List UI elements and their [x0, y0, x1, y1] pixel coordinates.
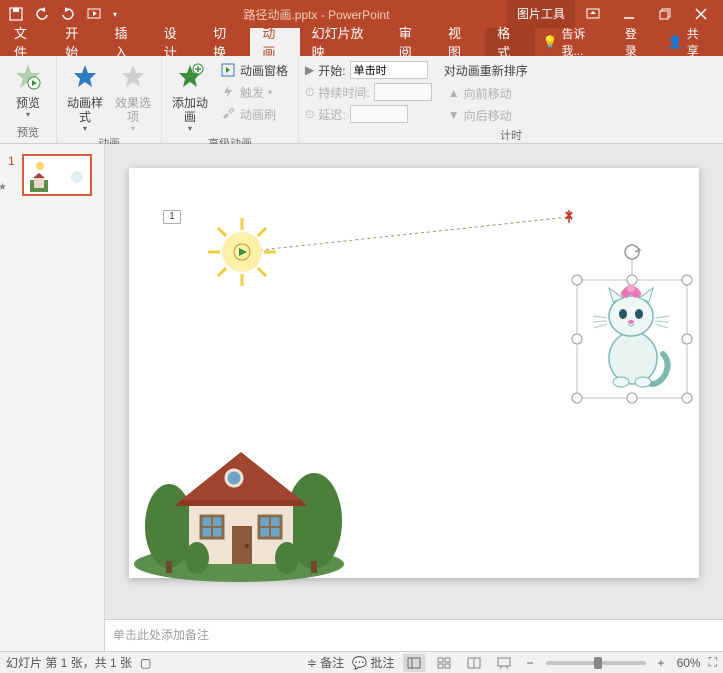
trigger-icon: [220, 84, 236, 100]
zoom-out-button[interactable]: −: [523, 656, 538, 670]
tell-me-button[interactable]: 💡告诉我...: [535, 28, 613, 56]
minimize-button[interactable]: [611, 2, 647, 26]
preview-star-icon: [13, 60, 43, 94]
duration-label: 持续时间:: [318, 84, 369, 101]
reading-view-button[interactable]: [463, 654, 485, 672]
group-timing: 计时: [305, 125, 717, 146]
tab-home[interactable]: 开始: [53, 28, 102, 56]
effect-options-button[interactable]: 效果选项▾: [111, 58, 155, 133]
slide-thumbnail-1[interactable]: [22, 154, 92, 196]
notes-toggle[interactable]: ≑ 备注: [307, 654, 344, 671]
tab-view[interactable]: 视图: [436, 28, 485, 56]
pane-icon: [220, 62, 236, 78]
clock-icon: ⏱: [305, 85, 314, 100]
trigger-button[interactable]: 触发 ▾: [216, 82, 292, 102]
fit-to-window-button[interactable]: ⛶: [709, 655, 717, 670]
slide-counter: 幻灯片 第 1 张，共 1 张: [6, 654, 132, 671]
close-button[interactable]: [683, 2, 719, 26]
slideshow-view-button[interactable]: [493, 654, 515, 672]
move-earlier-button[interactable]: ▲向前移动: [444, 83, 528, 103]
reorder-header: 对动画重新排序: [444, 60, 528, 81]
cat-image-selected: [572, 245, 692, 403]
start-label: 开始:: [318, 62, 345, 79]
preview-button[interactable]: 预览▾: [6, 58, 50, 119]
animation-styles-button[interactable]: 动画样式▾: [63, 58, 107, 133]
up-arrow-icon: ▲: [448, 86, 460, 100]
delay-field[interactable]: [350, 105, 408, 123]
play-icon: ▶: [305, 63, 314, 77]
tab-file[interactable]: 文件: [0, 28, 53, 56]
slide-thumbnail-panel: 1 ★: [0, 144, 105, 651]
tab-format[interactable]: 格式: [485, 28, 534, 56]
tab-slideshow[interactable]: 幻灯片放映: [300, 28, 387, 56]
sorter-view-button[interactable]: [433, 654, 455, 672]
normal-view-button[interactable]: [403, 654, 425, 672]
animation-painter-button[interactable]: 动画刷: [216, 104, 292, 124]
delay-label: 延迟:: [318, 106, 345, 123]
add-animation-button[interactable]: 添加动画▾: [168, 58, 212, 133]
tab-review[interactable]: 审阅: [387, 28, 436, 56]
move-later-button[interactable]: ▼向后移动: [444, 105, 528, 125]
comments-toggle[interactable]: 💬 批注: [352, 654, 394, 671]
slide: 1: [129, 168, 699, 578]
painter-icon: [220, 106, 236, 122]
start-field[interactable]: [350, 61, 428, 79]
tab-transitions[interactable]: 切换: [201, 28, 250, 56]
signin-button[interactable]: 登录: [617, 28, 656, 56]
zoom-slider[interactable]: [546, 661, 646, 665]
animation-pane-button[interactable]: 动画窗格: [216, 60, 292, 80]
tab-animations[interactable]: 动画: [250, 28, 299, 56]
restore-button[interactable]: [647, 2, 683, 26]
animation-indicator-icon: ★: [0, 182, 18, 193]
slide-canvas-area[interactable]: 1: [105, 144, 723, 619]
star-icon-gray: [119, 60, 147, 94]
star-plus-icon: [176, 60, 204, 94]
house-image: [134, 452, 344, 582]
thumb-number: 1: [8, 154, 18, 168]
tab-insert[interactable]: 插入: [103, 28, 152, 56]
star-icon-blue: [71, 60, 99, 94]
lightbulb-icon: 💡: [543, 35, 558, 49]
zoom-in-button[interactable]: +: [654, 656, 669, 670]
spellcheck-icon[interactable]: ▢: [140, 656, 151, 670]
ribbon-display-options[interactable]: [575, 2, 611, 26]
zoom-level[interactable]: 60%: [677, 656, 701, 670]
down-arrow-icon: ▼: [448, 108, 460, 122]
group-preview: 预览: [6, 122, 50, 143]
duration-field[interactable]: [374, 83, 432, 101]
tab-design[interactable]: 设计: [152, 28, 201, 56]
delay-icon: ⏲: [305, 107, 314, 122]
notes-pane[interactable]: 单击此处添加备注: [105, 619, 723, 651]
window-title: 路径动画.pptx - PowerPoint: [126, 6, 507, 23]
share-button[interactable]: 👤共享: [660, 28, 717, 56]
share-icon: 👤: [668, 35, 683, 49]
